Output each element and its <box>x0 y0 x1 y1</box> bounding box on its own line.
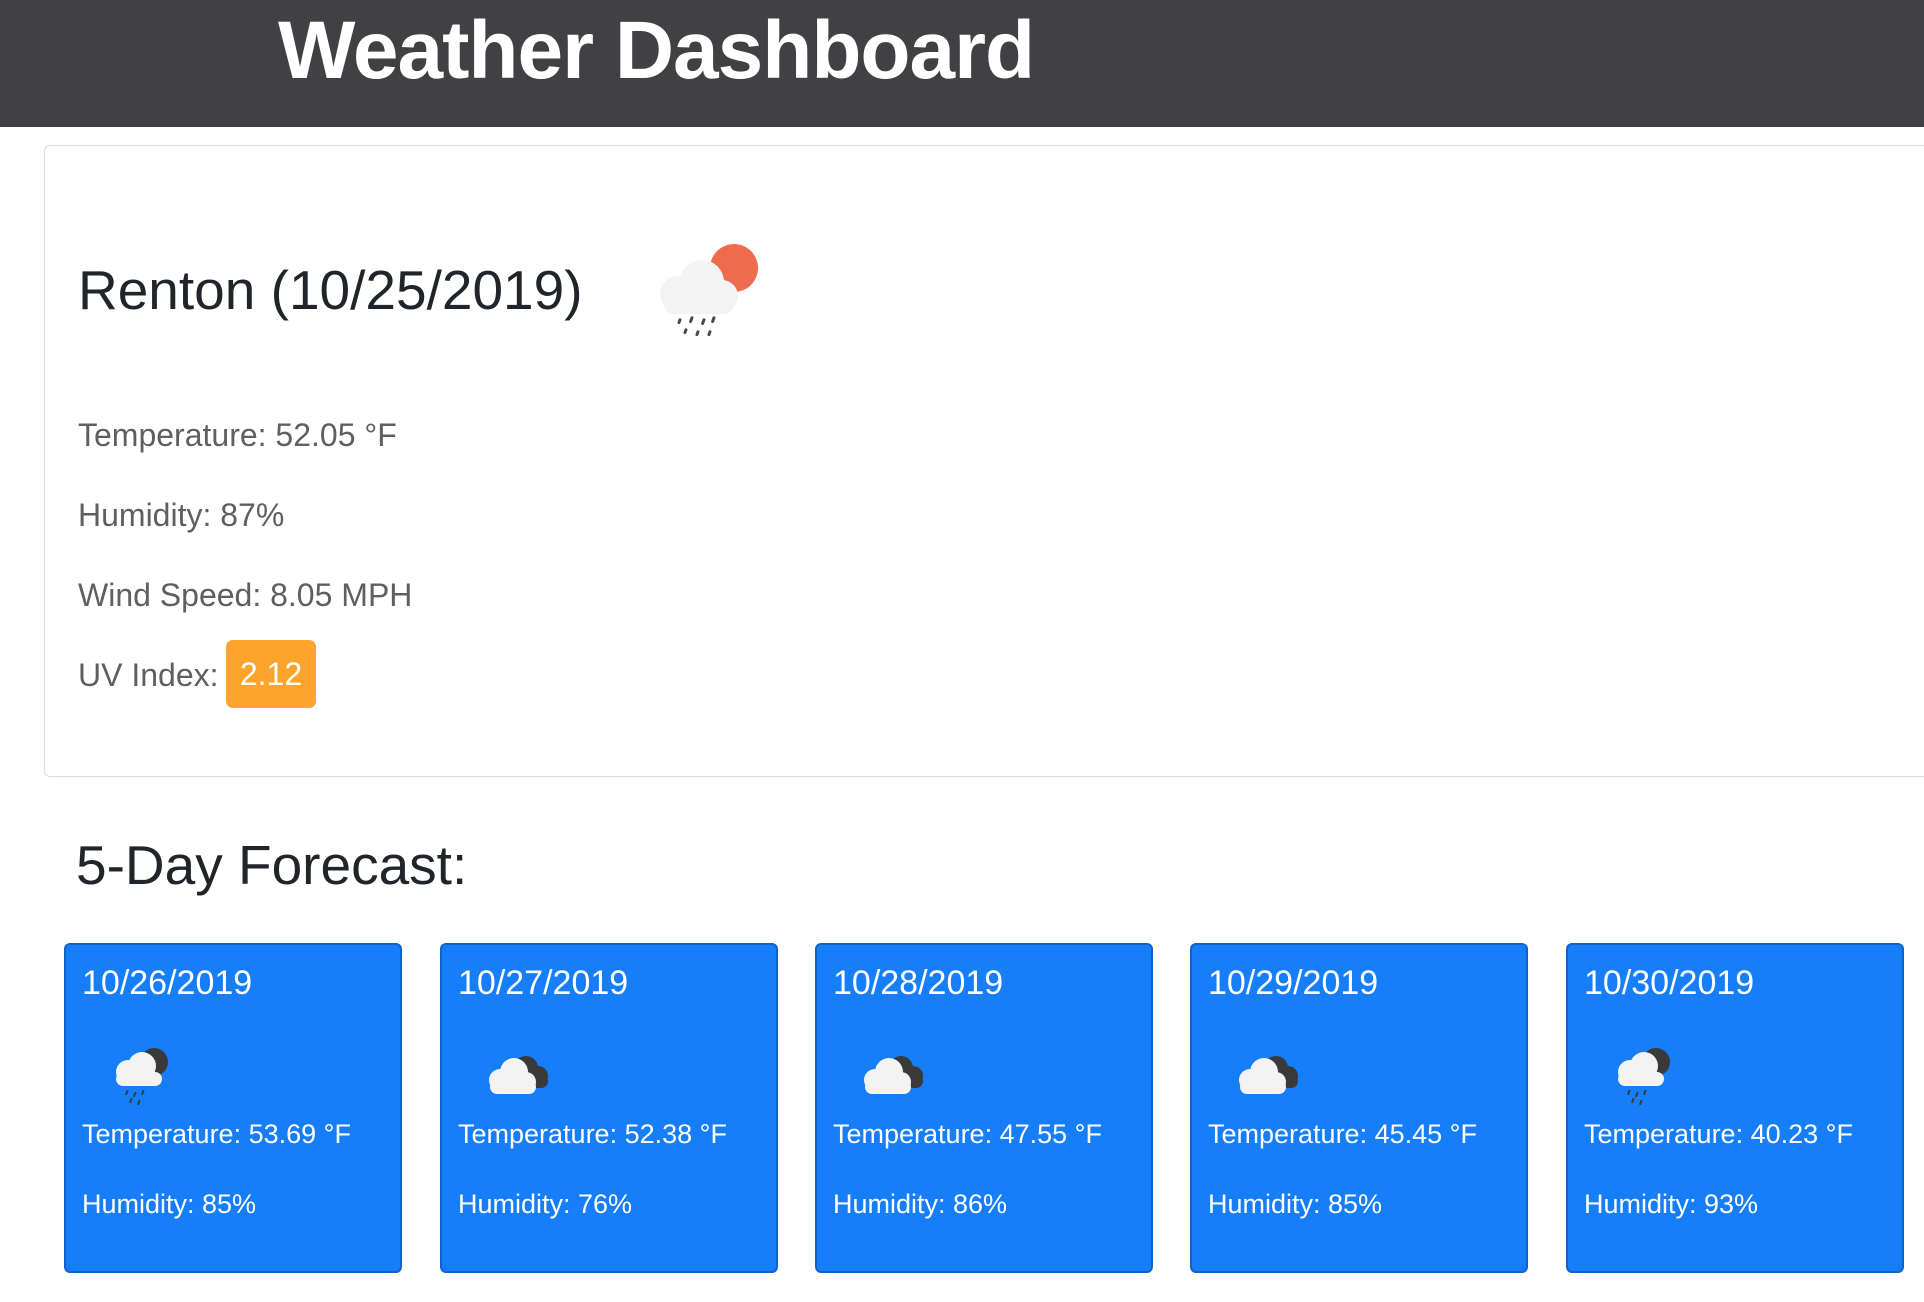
rain-cloud-icon <box>116 1048 168 1106</box>
temperature-unit: °F <box>364 417 397 453</box>
humidity-value: 87% <box>220 497 285 533</box>
temperature-label: Temperature: <box>78 417 267 453</box>
forecast-temperature: Temperature: 52.38 °F <box>458 1119 727 1149</box>
current-temperature: Temperature: 52.05 °F <box>78 415 397 455</box>
forecast-date: 10/29/2019 <box>1208 964 1379 1002</box>
uv-index-badge: 2.12 <box>226 640 316 708</box>
forecast-temperature: Temperature: 47.55 °F <box>833 1119 1102 1149</box>
forecast-temperature: Temperature: 40.23 °F <box>1584 1119 1853 1149</box>
wind-value: 8.05 <box>270 577 333 613</box>
temperature-value: 52.05 <box>275 417 356 453</box>
forecast-humidity: Humidity: 85% <box>1208 1189 1383 1219</box>
forecast-humidity: Humidity: 93% <box>1584 1189 1759 1219</box>
forecast-date: 10/30/2019 <box>1584 964 1755 1002</box>
current-weather-card <box>44 145 1924 777</box>
uv-label: UV Index: <box>78 657 219 693</box>
wind-unit: MPH <box>341 577 413 613</box>
forecast-card: 10/26/2019 Temperature: 53.69 °F Humidit… <box>64 943 402 1273</box>
current-wind-speed: Wind Speed: 8.05 MPH <box>78 575 412 615</box>
forecast-humidity: Humidity: 76% <box>458 1189 633 1219</box>
forecast-card: 10/28/2019 Temperature: 47.55 °F Humidit… <box>815 943 1153 1273</box>
page-title: Weather Dashboard <box>278 5 1035 96</box>
cloudy-icon <box>489 1056 548 1094</box>
forecast-humidity: Humidity: 86% <box>833 1189 1008 1219</box>
current-uv-index: UV Index: <box>78 655 219 695</box>
current-humidity: Humidity: 87% <box>78 495 284 535</box>
cloudy-icon <box>1239 1056 1298 1094</box>
forecast-card: 10/29/2019 Temperature: 45.45 °F Humidit… <box>1190 943 1528 1273</box>
forecast-temperature: Temperature: 53.69 °F <box>82 1119 351 1149</box>
forecast-date: 10/28/2019 <box>833 964 1004 1002</box>
forecast-date: 10/27/2019 <box>458 964 629 1002</box>
wind-label: Wind Speed: <box>78 577 262 613</box>
rain-cloud-icon <box>1618 1048 1670 1106</box>
forecast-humidity: Humidity: 85% <box>82 1189 257 1219</box>
forecast-temperature: Temperature: 45.45 °F <box>1208 1119 1477 1149</box>
forecast-card: 10/27/2019 Temperature: 52.38 °F Humidit… <box>440 943 778 1273</box>
forecast-title: 5-Day Forecast: <box>76 834 468 896</box>
page-header: Weather Dashboard <box>0 0 1924 127</box>
humidity-label: Humidity: <box>78 497 212 533</box>
forecast-card: 10/30/2019 Temperature: 40.23 °F Humidit… <box>1566 943 1904 1273</box>
rain-cloud-sun-icon <box>660 244 758 337</box>
cloudy-icon <box>864 1056 923 1094</box>
city-title: Renton (10/25/2019) <box>78 259 583 321</box>
forecast-date: 10/26/2019 <box>82 964 253 1002</box>
